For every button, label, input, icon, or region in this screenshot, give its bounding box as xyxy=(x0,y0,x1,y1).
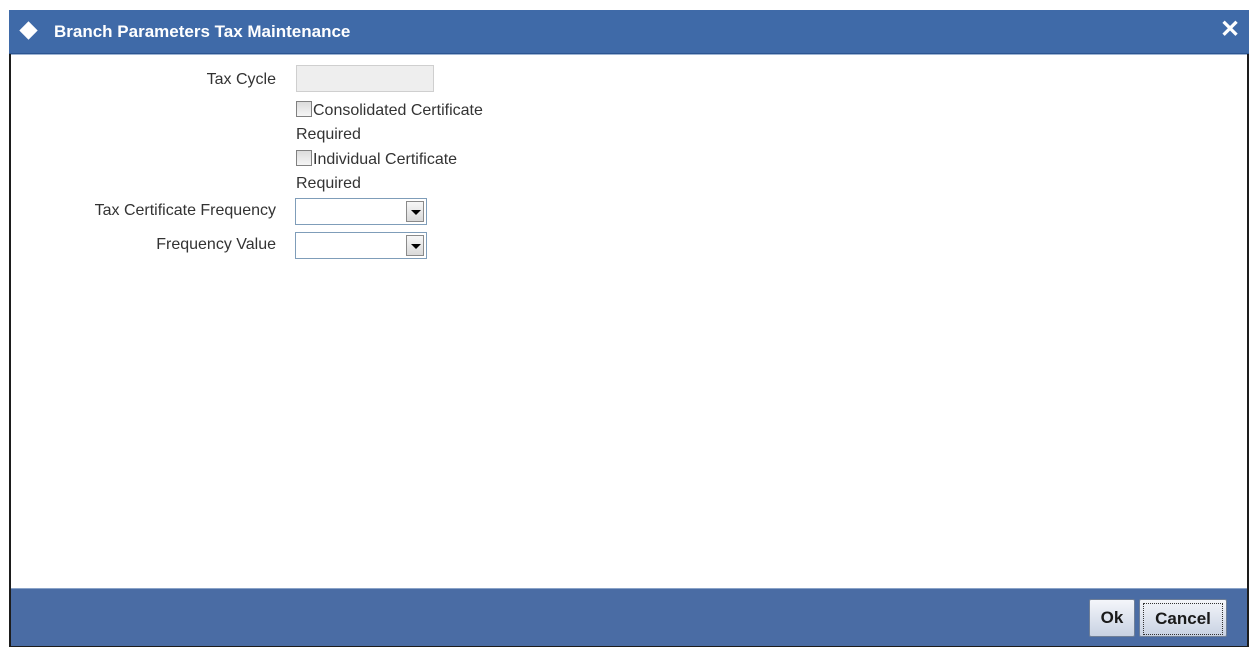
ok-button[interactable]: Ok xyxy=(1089,599,1135,637)
individual-certificate-checkbox[interactable] xyxy=(296,150,312,166)
dialog-footer: Ok Cancel xyxy=(11,588,1247,646)
tax-certificate-frequency-select[interactable] xyxy=(295,198,427,225)
consolidated-certificate-option[interactable]: Consolidated Certificate Required xyxy=(296,99,483,147)
frequency-value-select[interactable] xyxy=(295,232,427,259)
diamond-icon xyxy=(19,21,38,40)
frequency-value-label: Frequency Value xyxy=(156,236,276,253)
tax-cycle-input[interactable] xyxy=(296,65,434,92)
tax-certificate-frequency-label: Tax Certificate Frequency xyxy=(94,202,276,219)
dialog-window: Branch Parameters Tax Maintenance ✕ Tax … xyxy=(9,10,1249,647)
cancel-button-label: Cancel xyxy=(1143,603,1223,635)
consolidated-certificate-label-line2: Required xyxy=(296,126,361,143)
chevron-down-icon[interactable] xyxy=(406,235,424,256)
cancel-button[interactable]: Cancel xyxy=(1139,599,1227,637)
consolidated-certificate-label-line1: Consolidated Certificate xyxy=(313,102,483,119)
tax-cycle-label: Tax Cycle xyxy=(206,71,276,88)
individual-certificate-option[interactable]: Individual Certificate Required xyxy=(296,148,457,196)
individual-certificate-label-line1: Individual Certificate xyxy=(313,151,458,168)
close-icon[interactable]: ✕ xyxy=(1217,17,1243,43)
consolidated-certificate-checkbox[interactable] xyxy=(296,101,312,117)
dialog-titlebar[interactable]: Branch Parameters Tax Maintenance ✕ xyxy=(9,10,1249,54)
chevron-down-icon[interactable] xyxy=(406,201,424,222)
individual-certificate-label-line2: Required xyxy=(296,175,361,192)
form-area: Tax Cycle Consolidated Certificate Requi… xyxy=(11,54,1247,589)
dialog-title: Branch Parameters Tax Maintenance xyxy=(54,22,351,41)
